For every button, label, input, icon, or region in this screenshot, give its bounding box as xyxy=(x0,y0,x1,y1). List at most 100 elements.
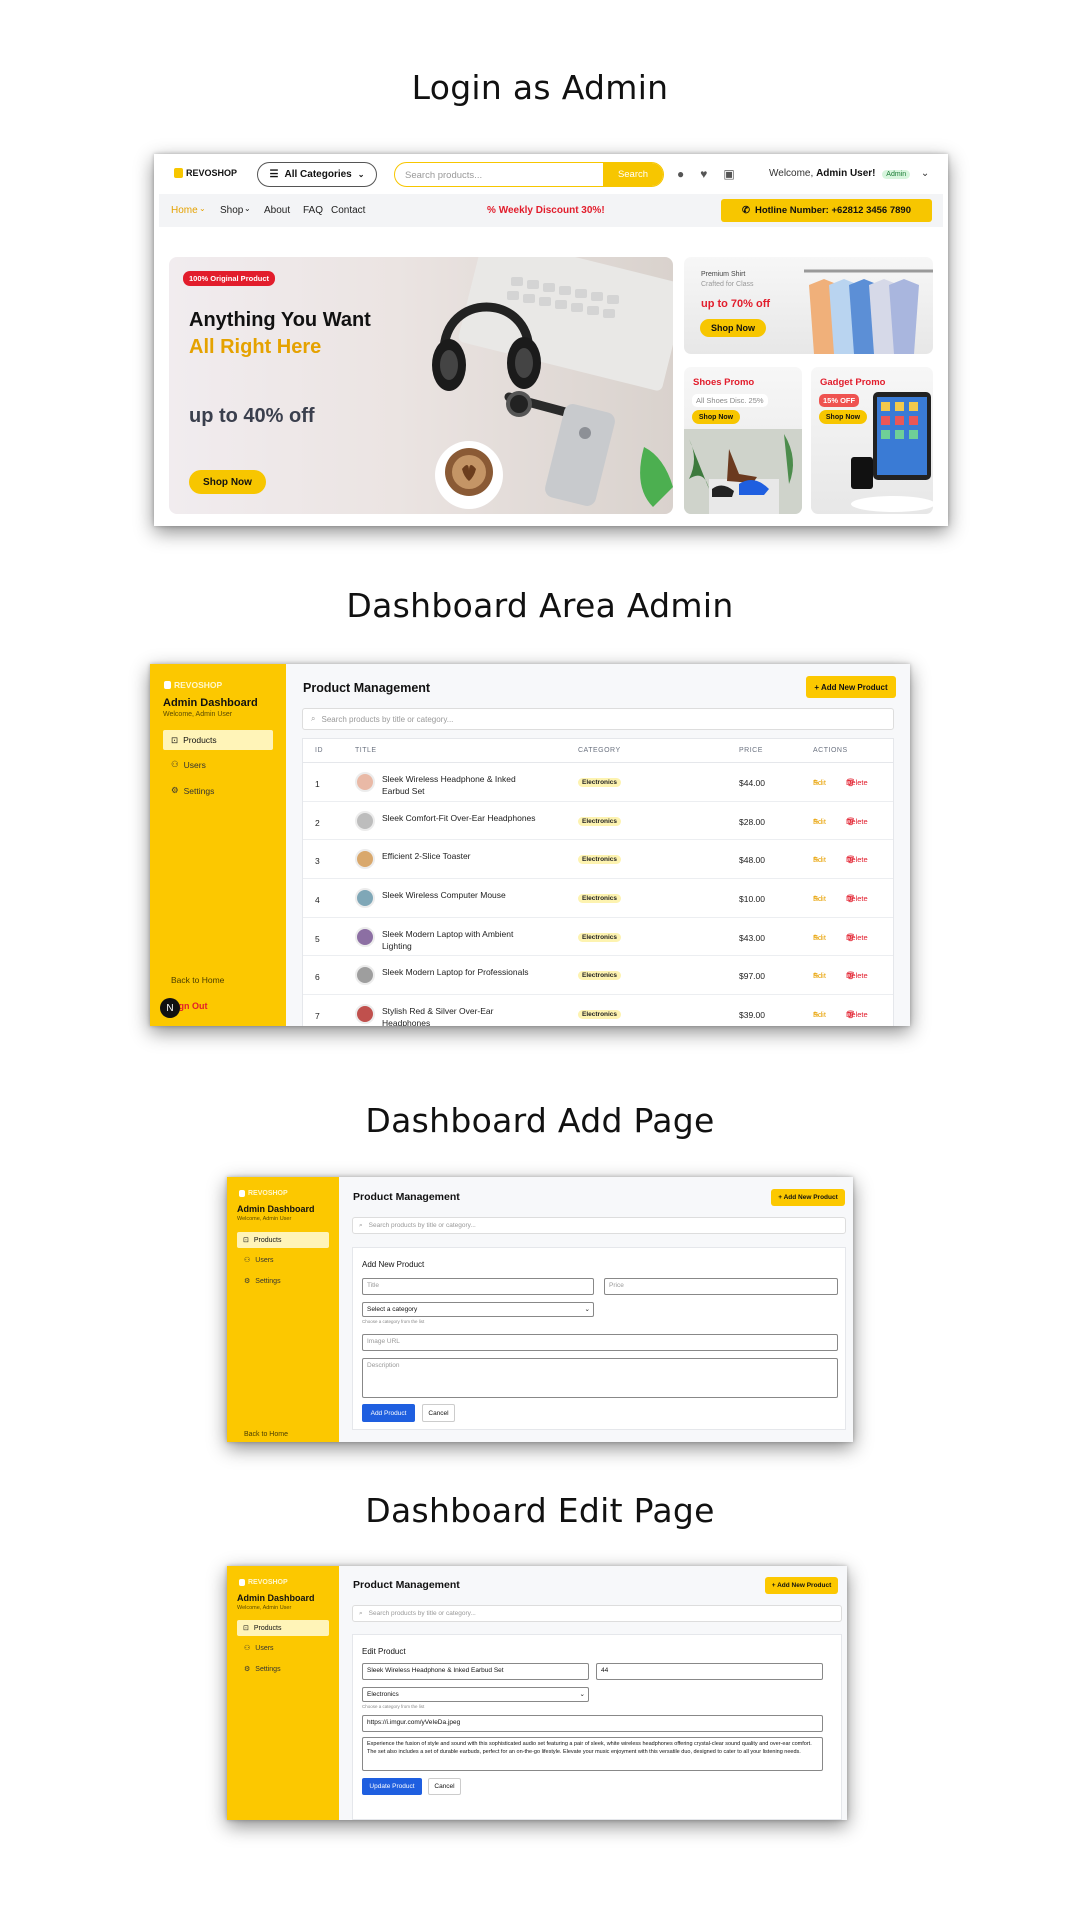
search-input[interactable]: Search products... xyxy=(395,163,603,186)
image-url-input[interactable]: Image URL xyxy=(362,1334,838,1351)
sidebar-item-settings[interactable]: ⚙ Settings xyxy=(244,1665,281,1674)
cart-icon[interactable]: ▣ xyxy=(723,167,734,181)
sidebar-item-products[interactable]: ⊡ Products xyxy=(237,1620,329,1636)
promo-shirt-card[interactable]: Premium Shirt Crafted for Class up to 70… xyxy=(684,257,933,354)
page-title: Product Management xyxy=(303,681,431,695)
avatar[interactable]: N xyxy=(160,998,180,1018)
product-search-input[interactable]: ⌕ Search products by title or category..… xyxy=(302,708,894,730)
title-input[interactable]: Sleek Wireless Headphone & Inked Earbud … xyxy=(362,1663,589,1680)
sidebar-item-users[interactable]: ⚇ Users xyxy=(244,1256,274,1265)
welcome-menu[interactable]: Welcome, Admin User! Admin ⌄ xyxy=(769,168,929,179)
phone-icon: ✆ xyxy=(741,205,750,216)
store-logo[interactable]: REVOSHOP xyxy=(174,168,237,178)
box-icon: ⊡ xyxy=(243,1237,249,1244)
category-hint: Choose a category from the list xyxy=(362,1704,425,1709)
box-icon: ⊡ xyxy=(243,1625,249,1632)
storefront-screenshot: REVOSHOP ☰ All Categories ⌄ Search produ… xyxy=(154,154,948,526)
add-new-product-button[interactable]: + Add New Product xyxy=(771,1189,845,1206)
category-select[interactable]: Select a category ⌄ xyxy=(362,1302,594,1317)
table-row: 1 Sleek Wireless Headphone & Inked Earbud… xyxy=(303,763,893,802)
search-button[interactable]: Search xyxy=(603,163,663,186)
price-input[interactable]: 44 xyxy=(596,1663,823,1680)
weekly-discount[interactable]: % Weekly Discount 30%! xyxy=(487,205,605,216)
category-badge: Electronics xyxy=(578,932,622,942)
nav-contact[interactable]: Contact xyxy=(331,205,365,216)
search-icon: ⌕ xyxy=(311,714,316,723)
product-thumbnail xyxy=(355,888,375,909)
update-product-button[interactable]: Update Product xyxy=(362,1778,422,1795)
hotline-button[interactable]: ✆ Hotline Number: +62812 3456 7890 xyxy=(721,199,932,222)
back-to-home-link[interactable]: Back to Home xyxy=(244,1431,288,1438)
heart-icon[interactable]: ♥ xyxy=(700,167,707,181)
nav-about[interactable]: About xyxy=(264,205,290,216)
shirt-shop-now-button[interactable]: Shop Now xyxy=(700,319,766,337)
cancel-button[interactable]: Cancel xyxy=(428,1778,461,1795)
shirt-rack-photo xyxy=(804,269,933,354)
dashboard-logo[interactable]: REVOSHOP xyxy=(239,1579,288,1586)
shoes-shop-now-button[interactable]: Shop Now xyxy=(692,410,740,424)
admin-badge: Admin xyxy=(882,170,911,179)
sidebar-title: Admin Dashboard xyxy=(237,1593,315,1603)
image-url-input[interactable]: https://i.imgur.com/yVeIeDa.jpeg xyxy=(362,1715,823,1732)
sidebar-item-users[interactable]: ⚇ Users xyxy=(171,759,206,770)
hero-shop-now-button[interactable]: Shop Now xyxy=(189,470,266,494)
box-icon: ⊡ xyxy=(171,734,179,745)
dashboard-logo[interactable]: REVOSHOP xyxy=(164,680,222,690)
product-thumbnail xyxy=(355,772,375,792)
sidebar-item-settings[interactable]: ⚙ Settings xyxy=(171,785,214,796)
category-badge: Electronics xyxy=(578,971,622,981)
section-title-edit: Dashboard Edit Page xyxy=(365,1491,715,1530)
description-textarea[interactable]: Description xyxy=(362,1358,838,1398)
product-search-input[interactable]: ⌕ Search products by title or category..… xyxy=(352,1217,846,1234)
category-select[interactable]: Electronics ⌄ xyxy=(362,1687,589,1702)
promo-shoes-card[interactable]: Shoes Promo All Shoes Disc. 25% Shop Now xyxy=(684,367,802,514)
logo-icon xyxy=(174,168,183,178)
user-icon[interactable]: ● xyxy=(677,167,684,181)
table-header: ID TITLE CATEGORY PRICE ACTIONS xyxy=(303,739,893,763)
description-textarea[interactable]: Experience the fusion of style and sound… xyxy=(362,1737,823,1771)
product-thumbnail xyxy=(355,810,375,831)
table-row: 3 Efficient 2-Slice Toaster Electronics $48… xyxy=(303,840,893,880)
add-new-product-button[interactable]: + Add New Product xyxy=(806,676,896,698)
product-id: 7 xyxy=(315,1011,320,1022)
sidebar-item-products[interactable]: ⊡ Products xyxy=(163,730,273,750)
sidebar-item-products[interactable]: ⊡ Products xyxy=(237,1232,329,1248)
cancel-button[interactable]: Cancel xyxy=(422,1404,455,1422)
product-search-input[interactable]: ⌕ Search products by title or category..… xyxy=(352,1605,842,1622)
add-product-button[interactable]: Add Product xyxy=(362,1404,415,1422)
hero-headline: Anything You Want xyxy=(189,309,371,331)
search-icon: ⌕ xyxy=(359,1609,363,1617)
price-input[interactable]: Price xyxy=(604,1278,838,1295)
product-title: Sleek Modern Laptop with Ambient Lightin… xyxy=(382,928,514,951)
product-title: Sleek Modern Laptop for Professionals xyxy=(382,967,529,978)
shoes-photo xyxy=(684,429,802,514)
product-search[interactable]: Search products... Search xyxy=(394,162,664,187)
nav-shop[interactable]: Shop xyxy=(220,205,243,216)
store-nav: Home ⌄ Shop ⌄ About FAQ Contact % Weekly… xyxy=(159,194,943,227)
hero-offer: up to 40% off xyxy=(189,405,315,427)
promo-gadget-card[interactable]: Gadget Promo 15% OFF Shop Now xyxy=(811,367,933,514)
dashboard-logo[interactable]: REVOSHOP xyxy=(239,1190,288,1197)
original-product-tag: 100% Original Product xyxy=(183,271,276,286)
nav-faq[interactable]: FAQ xyxy=(303,205,323,216)
dashboard-main: Product Management + Add New Product ⌕ S… xyxy=(286,664,910,1026)
admin-sidebar: REVOSHOP Admin Dashboard Welcome, Admin … xyxy=(150,664,286,1026)
product-price: $97.00 xyxy=(739,971,765,982)
logo-icon xyxy=(239,1579,245,1586)
all-categories-button[interactable]: ☰ All Categories ⌄ xyxy=(257,162,377,187)
chevron-down-icon: ⌄ xyxy=(244,204,251,213)
back-to-home-link[interactable]: Back to Home xyxy=(171,975,224,985)
sidebar-item-settings[interactable]: ⚙ Settings xyxy=(244,1277,281,1286)
nav-home[interactable]: Home xyxy=(171,205,198,216)
title-input[interactable]: Title xyxy=(362,1278,594,1295)
product-thumbnail xyxy=(355,926,375,947)
product-id: 6 xyxy=(315,972,320,983)
admin-sidebar: REVOSHOP Admin Dashboard Welcome, Admin … xyxy=(227,1177,339,1442)
add-new-product-button[interactable]: + Add New Product xyxy=(765,1577,838,1594)
sidebar-item-users[interactable]: ⚇ Users xyxy=(244,1644,274,1653)
chevron-down-icon: ⌄ xyxy=(199,204,206,213)
section-title-add: Dashboard Add Page xyxy=(365,1101,715,1140)
category-badge: Electronics xyxy=(578,894,622,904)
page-title: Product Management xyxy=(353,1579,460,1591)
chevron-down-icon: ⌄ xyxy=(920,168,930,179)
